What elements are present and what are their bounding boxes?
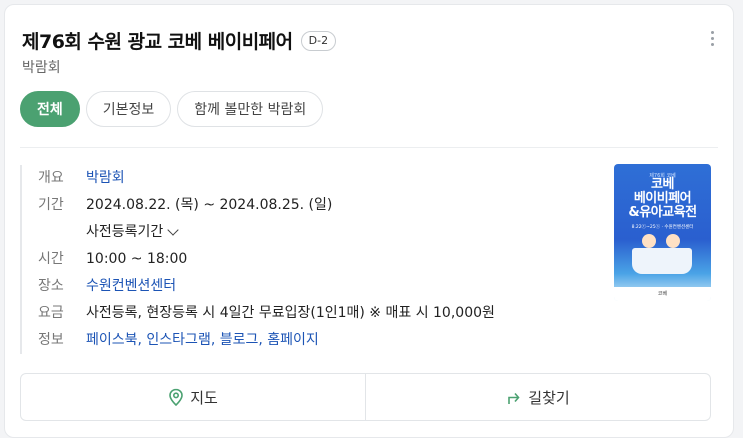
info-key: 개요 xyxy=(38,170,64,186)
tab-related-fairs[interactable]: 함께 볼만한 박람회 xyxy=(177,91,324,127)
dday-badge: D-2 xyxy=(300,30,337,51)
directions-label: 길찾기 xyxy=(528,388,570,407)
poster-character-icon xyxy=(666,234,680,248)
poster-title-line: 베이비페어 xyxy=(633,191,692,206)
tab-all[interactable]: 전체 xyxy=(20,91,80,127)
info-key: 기간 xyxy=(38,197,64,213)
title-row: 제76회 수원 광교 코베 베이비페어 D-2 xyxy=(22,27,337,54)
event-poster[interactable]: 제76회 코베 코베 베이비페어 &유아교육전 8.22ⓣ~25ⓢ · 수원컨벤… xyxy=(614,164,711,301)
place-link[interactable]: 수원컨벤션센터 xyxy=(86,273,176,300)
divider xyxy=(20,147,718,148)
info-row-overview: 개요 박람회 xyxy=(38,165,495,192)
chevron-down-icon xyxy=(167,224,179,236)
poster-title-line: 코베 xyxy=(651,177,674,192)
preregistration-toggle[interactable]: 사전등록기간 xyxy=(38,219,495,246)
poster-title: 코베 베이비페어 &유아교육전 xyxy=(614,178,711,220)
info-list: 개요 박람회 기간 2024.08.22. (목) ~ 2024.08.25. … xyxy=(20,165,495,354)
time-value: 10:00 ~ 18:00 xyxy=(86,251,188,267)
social-links[interactable]: 페이스북, 인스타그램, 블로그, 홈페이지 xyxy=(86,327,319,354)
map-button[interactable]: 지도 xyxy=(21,374,365,420)
action-bar: 지도 길찾기 xyxy=(20,373,711,421)
period-value: 2024.08.22. (목) ~ 2024.08.25. (일) xyxy=(86,197,333,213)
more-options-icon[interactable] xyxy=(711,31,715,49)
poster-date: 8.22ⓣ~25ⓢ · 수원컨벤션센터 xyxy=(631,225,694,230)
poster-ship-icon xyxy=(632,248,692,274)
directions-button[interactable]: 길찾기 xyxy=(365,374,710,420)
info-key: 장소 xyxy=(38,278,64,294)
tab-bar: 전체 기본정보 함께 볼만한 박람회 xyxy=(20,91,324,127)
info-row-fee: 요금 사전등록, 현장등록 시 4일간 무료입장(1인1매) ※ 매표 시 10… xyxy=(38,300,495,327)
info-key: 시간 xyxy=(38,251,64,267)
tab-basic-info[interactable]: 기본정보 xyxy=(85,91,172,127)
page-title[interactable]: 제76회 수원 광교 코베 베이비페어 xyxy=(22,27,293,54)
info-row-time: 시간 10:00 ~ 18:00 xyxy=(38,246,495,273)
exhibition-card: 제76회 수원 광교 코베 베이비페어 D-2 박람회 전체 기본정보 함께 볼… xyxy=(4,4,734,438)
poster-title-line: &유아교육전 xyxy=(628,205,697,220)
info-row-place: 장소 수원컨벤션센터 xyxy=(38,273,495,300)
info-key: 정보 xyxy=(38,332,64,348)
category-label: 박람회 xyxy=(22,60,61,76)
directions-arrow-icon xyxy=(508,392,520,404)
info-key: 요금 xyxy=(38,305,64,321)
fee-value: 사전등록, 현장등록 시 4일간 무료입장(1인1매) ※ 매표 시 10,00… xyxy=(86,305,495,321)
info-row-period: 기간 2024.08.22. (목) ~ 2024.08.25. (일) xyxy=(38,192,495,219)
poster-footer: 코베 xyxy=(614,287,711,301)
poster-character-icon xyxy=(642,234,656,248)
map-pin-icon xyxy=(169,388,183,406)
map-label: 지도 xyxy=(190,388,218,407)
info-row-links: 정보 페이스북, 인스타그램, 블로그, 홈페이지 xyxy=(38,327,495,354)
overview-link[interactable]: 박람회 xyxy=(86,165,125,192)
preregistration-label: 사전등록기간 xyxy=(86,224,164,240)
